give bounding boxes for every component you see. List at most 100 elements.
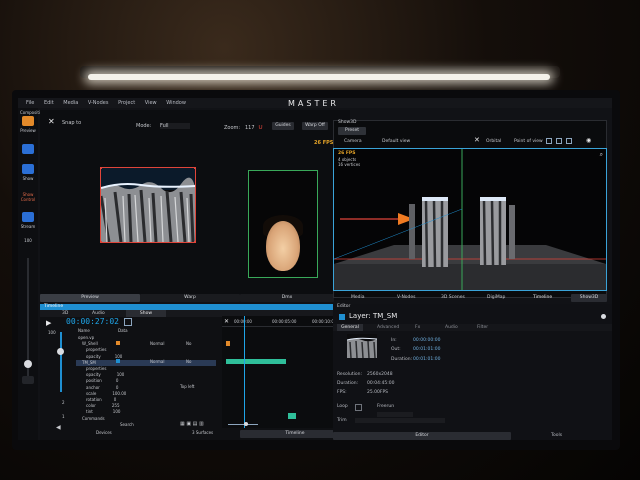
editor-status-dot[interactable] bbox=[601, 314, 606, 319]
devices-label[interactable]: Devices bbox=[96, 430, 112, 436]
timeline-level-handle[interactable] bbox=[57, 348, 64, 355]
loop-icon[interactable] bbox=[124, 318, 132, 326]
master-fader-handle[interactable] bbox=[24, 360, 32, 368]
playhead[interactable] bbox=[244, 316, 245, 428]
sidebar-item-show-label[interactable]: Show bbox=[20, 176, 36, 181]
tab-timeline-3d[interactable]: 3D bbox=[62, 310, 68, 317]
guides-button[interactable]: Guides bbox=[272, 122, 294, 130]
tab-show3d[interactable]: Show3D bbox=[571, 294, 607, 302]
layers-icon bbox=[339, 314, 345, 320]
editor-footer-tab[interactable]: Editor bbox=[333, 432, 511, 440]
warp-off-button[interactable]: Warp Off bbox=[302, 122, 328, 130]
sidebar-item-composition-label[interactable]: Composition bbox=[20, 110, 45, 115]
tab-general[interactable]: General bbox=[337, 324, 363, 331]
tab-preview[interactable]: Preview bbox=[40, 294, 140, 302]
editor-panel: Editor Layer: TM_SM General Advanced Fx … bbox=[333, 304, 612, 440]
camera-icon-3[interactable] bbox=[566, 138, 572, 144]
layer-color-swatch[interactable] bbox=[116, 359, 120, 363]
tab-digimap[interactable]: DigiMap bbox=[487, 294, 505, 302]
anchor-select[interactable]: Top left bbox=[180, 384, 195, 390]
out-value[interactable]: 00:01:01:00 bbox=[413, 347, 440, 352]
tab-fx[interactable]: Fx bbox=[415, 324, 420, 331]
timecode[interactable]: 00:00:27:02 bbox=[66, 317, 119, 326]
blend-select-1[interactable]: Normal bbox=[150, 341, 164, 347]
tab-vnodes[interactable]: V-Nodes bbox=[397, 294, 416, 302]
timeline-tool-icons[interactable]: ▦ ▣ ▤ ▥ bbox=[180, 421, 204, 427]
no-select-1[interactable]: No bbox=[186, 341, 191, 347]
tab-advanced[interactable]: Advanced bbox=[377, 324, 399, 331]
sidebar-level-readout: 100 bbox=[24, 238, 32, 243]
freerun-field[interactable] bbox=[377, 412, 413, 417]
resize-handle-tl[interactable] bbox=[101, 168, 102, 169]
keyframe-marker[interactable] bbox=[288, 413, 296, 419]
show-icon[interactable] bbox=[22, 164, 34, 174]
trim-field[interactable] bbox=[355, 418, 445, 423]
camera-icon-1[interactable] bbox=[546, 138, 552, 144]
monitor-light bbox=[88, 74, 550, 80]
tab-timeline-show[interactable]: Show bbox=[126, 310, 166, 317]
tools-label[interactable]: Tools bbox=[551, 433, 562, 438]
fader-mute-button[interactable] bbox=[22, 376, 34, 384]
blend-select-2[interactable]: Normal bbox=[150, 359, 164, 365]
zoom-slider-handle[interactable] bbox=[244, 422, 248, 426]
tab-warp[interactable]: Warp bbox=[140, 294, 240, 302]
resize-handle-br[interactable] bbox=[194, 241, 195, 242]
show3d-viewport[interactable]: 26 FPS 4 objects 16 vertices ⌕ bbox=[333, 148, 607, 291]
tab-timeline-audio[interactable]: Audio bbox=[92, 310, 105, 317]
loop-checkbox[interactable] bbox=[355, 404, 362, 411]
layer-tm-sm-canvas[interactable] bbox=[100, 167, 196, 243]
menu-vnodes[interactable]: V-Nodes bbox=[88, 98, 109, 108]
camera-select[interactable]: Camera bbox=[344, 139, 362, 144]
mode-select[interactable]: Full bbox=[160, 123, 190, 129]
tab-audio[interactable]: Audio bbox=[445, 324, 458, 331]
tab-3d-scenes[interactable]: 3D Scenes bbox=[441, 294, 465, 302]
magnet-icon[interactable]: ∪ bbox=[258, 123, 263, 131]
app-title: MASTER bbox=[288, 99, 339, 108]
tab-timeline-top[interactable]: Timeline bbox=[533, 294, 552, 302]
speaker-icon[interactable]: ◀ bbox=[56, 424, 61, 431]
preset-tab[interactable]: Preset bbox=[338, 127, 366, 135]
layer-face-canvas[interactable] bbox=[248, 170, 318, 278]
composition-fps: 26 FPS bbox=[314, 140, 334, 146]
menu-view[interactable]: View bbox=[145, 98, 157, 108]
pov-button[interactable]: Point of view bbox=[514, 139, 543, 144]
sidebar-item-stream-label[interactable]: Stream bbox=[20, 224, 36, 229]
sidebar-item-show-control-label[interactable]: Show Control bbox=[20, 192, 36, 202]
track-area[interactable]: ✕ 00:00:00 00:00:05:00 00:00:10:00 bbox=[222, 316, 348, 428]
tab-media[interactable]: Media bbox=[351, 294, 365, 302]
no-select-2[interactable]: No bbox=[186, 359, 191, 365]
play-icon[interactable]: ▶ bbox=[46, 319, 51, 327]
clip-tm-sm[interactable] bbox=[226, 359, 286, 364]
in-label: In: bbox=[391, 338, 397, 343]
clip-marker[interactable] bbox=[226, 341, 230, 346]
menu-project[interactable]: Project bbox=[118, 98, 135, 108]
menu-edit[interactable]: Edit bbox=[44, 98, 54, 108]
layer-color-swatch[interactable] bbox=[116, 341, 120, 345]
viewport-search-icon[interactable]: ⌕ bbox=[600, 151, 603, 159]
in-value[interactable]: 00:00:00:00 bbox=[413, 338, 440, 343]
snap-icon[interactable]: ✕ bbox=[48, 118, 56, 126]
search-label[interactable]: Search bbox=[120, 422, 134, 428]
resize-handle-bl[interactable] bbox=[101, 241, 102, 242]
zoom-slider-track[interactable] bbox=[228, 424, 258, 425]
ruler-move-icon[interactable]: ✕ bbox=[224, 318, 229, 325]
resize-handle-tr[interactable] bbox=[194, 168, 195, 169]
move-icon[interactable]: ✕ bbox=[474, 136, 480, 144]
timeline-level-meter bbox=[60, 332, 62, 392]
tab-filter[interactable]: Filter bbox=[477, 324, 488, 331]
tab-dmx[interactable]: Dmx bbox=[240, 294, 334, 302]
composition-icon[interactable] bbox=[22, 116, 34, 126]
sidebar-item-preview-label[interactable]: Preview bbox=[20, 128, 36, 133]
duration-value[interactable]: 00:01:01:00 bbox=[413, 357, 440, 362]
orbital-button[interactable]: Orbital bbox=[486, 139, 501, 144]
menu-media[interactable]: Media bbox=[63, 98, 78, 108]
snap-label[interactable]: Snap to bbox=[62, 120, 81, 126]
view-select[interactable]: Default view bbox=[382, 139, 410, 144]
camera-icon-2[interactable] bbox=[556, 138, 562, 144]
menu-window[interactable]: Window bbox=[166, 98, 186, 108]
stream-icon[interactable] bbox=[22, 212, 34, 222]
preview-icon[interactable] bbox=[22, 144, 34, 154]
menu-file[interactable]: File bbox=[26, 98, 34, 108]
eye-icon[interactable]: ◉ bbox=[586, 137, 591, 144]
zoom-value[interactable]: 117 bbox=[245, 125, 255, 131]
